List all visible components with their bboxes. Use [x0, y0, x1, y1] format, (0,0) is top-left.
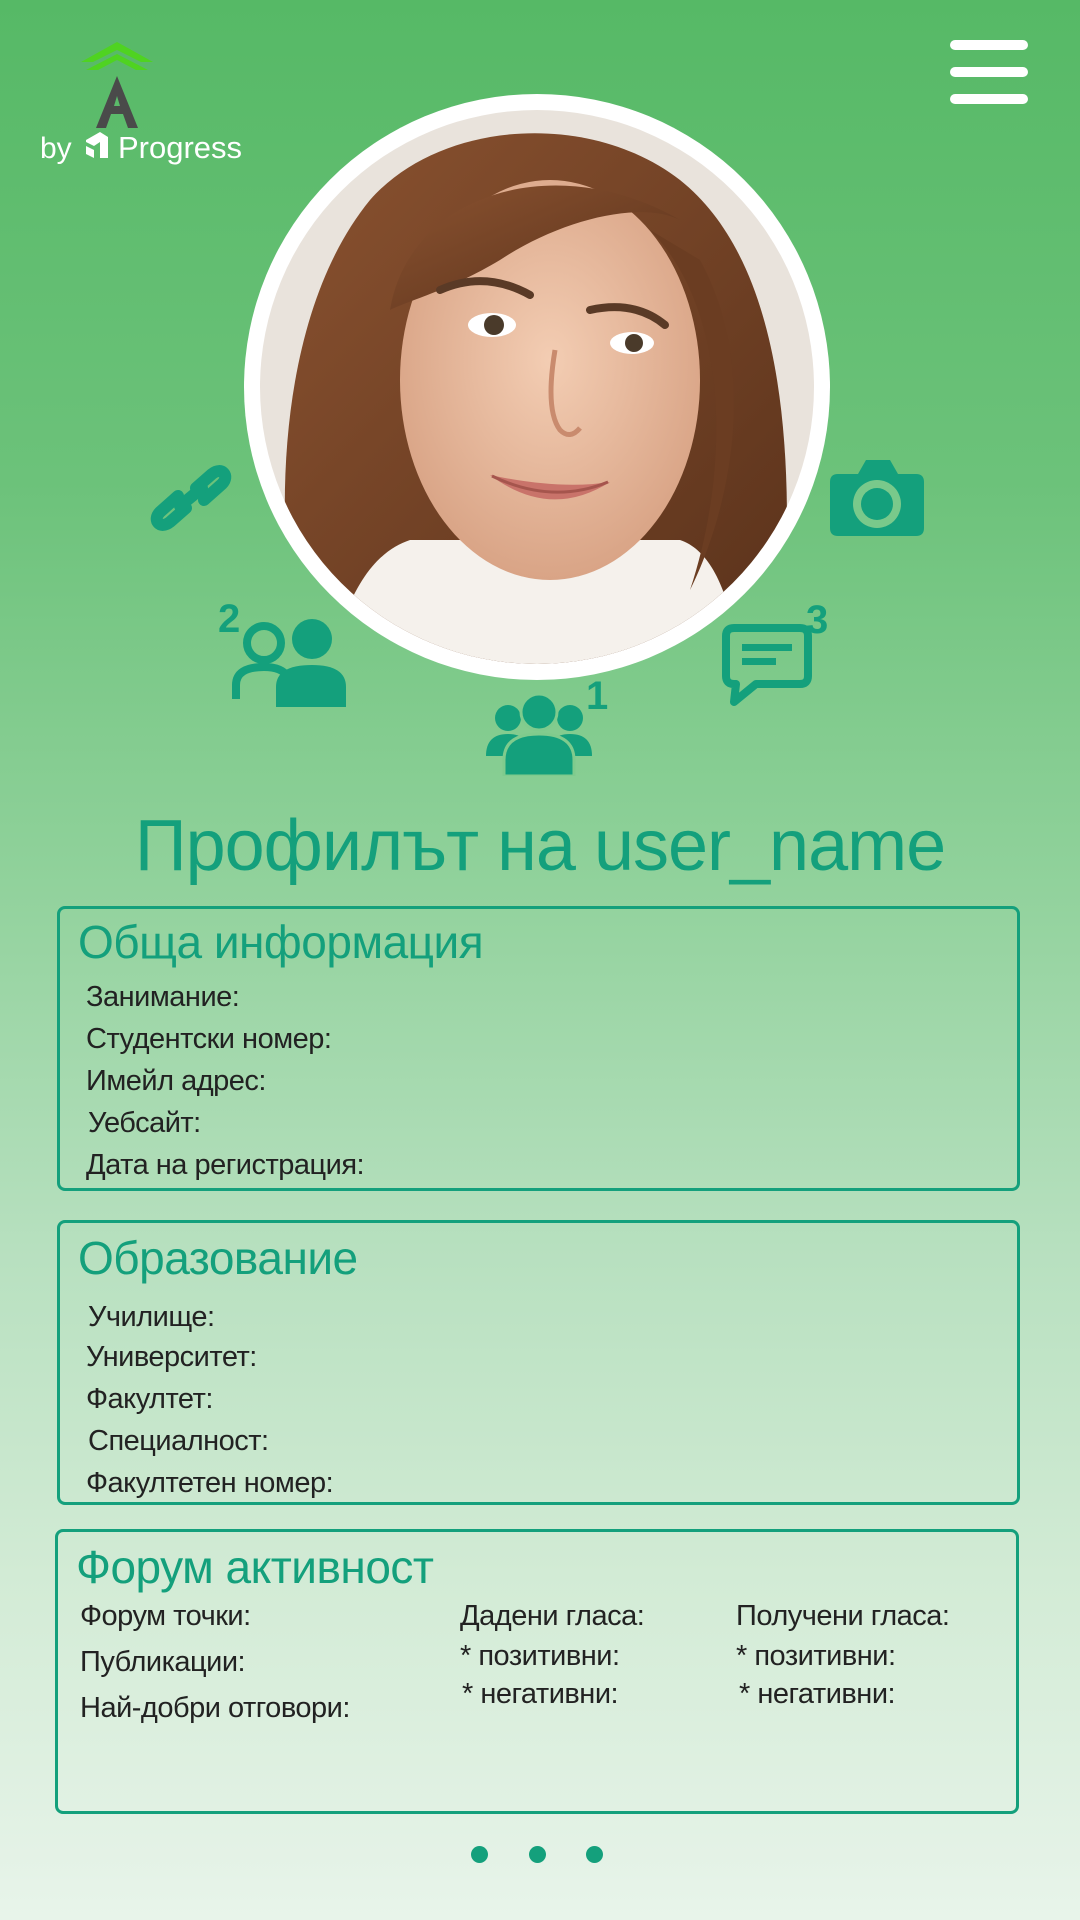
pagination-dot-3[interactable] [586, 1846, 603, 1863]
camera-icon[interactable] [828, 458, 926, 538]
best-answers-label: Най-добри отговори: [80, 1692, 350, 1724]
link-icon[interactable] [148, 458, 234, 538]
forum-activity-heading: Форум активност [76, 1541, 434, 1593]
school-label: Училище: [88, 1301, 215, 1333]
avatar-photo [260, 110, 814, 664]
student-number-label: Студентски номер: [86, 1023, 332, 1055]
education-card: Образование Училище: Университет: Факулт… [57, 1220, 1020, 1505]
menu-button[interactable] [950, 40, 1028, 104]
votes-received-label: Получени гласа: [736, 1600, 950, 1632]
votes-received-negative-label: * негативни: [739, 1678, 896, 1710]
faculty-number-label: Факултетен номер: [86, 1467, 334, 1499]
logo-by-text: by [40, 132, 72, 165]
forum-points-label: Форум точки: [80, 1600, 251, 1632]
occupation-label: Занимание: [86, 981, 240, 1013]
votes-received-positive-label: * позитивни: [736, 1640, 896, 1672]
pagination-dot-2[interactable] [529, 1846, 546, 1863]
faculty-label: Факултет: [86, 1383, 213, 1415]
votes-given-label: Дадени гласа: [460, 1600, 645, 1632]
page-title: Профилът на user_name [134, 806, 946, 886]
pagination-dot-1[interactable] [471, 1846, 488, 1863]
friends-icon [232, 619, 346, 707]
groups-icon [486, 692, 592, 776]
forum-activity-card: Форум активност Форум точки: Публикации:… [55, 1529, 1019, 1814]
messages-button[interactable]: 3 [722, 598, 842, 707]
votes-given-positive-label: * позитивни: [460, 1640, 620, 1672]
friends-button[interactable]: 2 [218, 597, 353, 707]
menu-icon-bar [950, 67, 1028, 77]
specialty-label: Специалност: [88, 1425, 269, 1457]
registration-date-label: Дата на регистрация: [86, 1149, 365, 1181]
logo-icon [81, 42, 153, 128]
education-heading: Образование [78, 1232, 358, 1284]
groups-button[interactable]: 1 [484, 674, 608, 780]
app-logo[interactable]: by Progress [38, 40, 242, 170]
votes-given-negative-label: * негативни: [462, 1678, 619, 1710]
progress-mark-icon [86, 132, 108, 158]
menu-icon [950, 40, 1028, 50]
publications-label: Публикации: [80, 1646, 246, 1678]
pagination-dots [0, 1846, 1080, 1866]
website-label: Уебсайт: [88, 1107, 201, 1139]
profile-avatar[interactable] [244, 94, 830, 680]
menu-icon-bar [950, 94, 1028, 104]
logo-brand-text: Progress [118, 130, 243, 165]
messages-icon [722, 624, 812, 706]
general-info-heading: Обща информация [78, 916, 484, 968]
email-label: Имейл адрес: [86, 1065, 266, 1097]
general-info-card: Обща информация Занимание: Студентски но… [57, 906, 1020, 1191]
university-label: Университет: [86, 1341, 257, 1373]
